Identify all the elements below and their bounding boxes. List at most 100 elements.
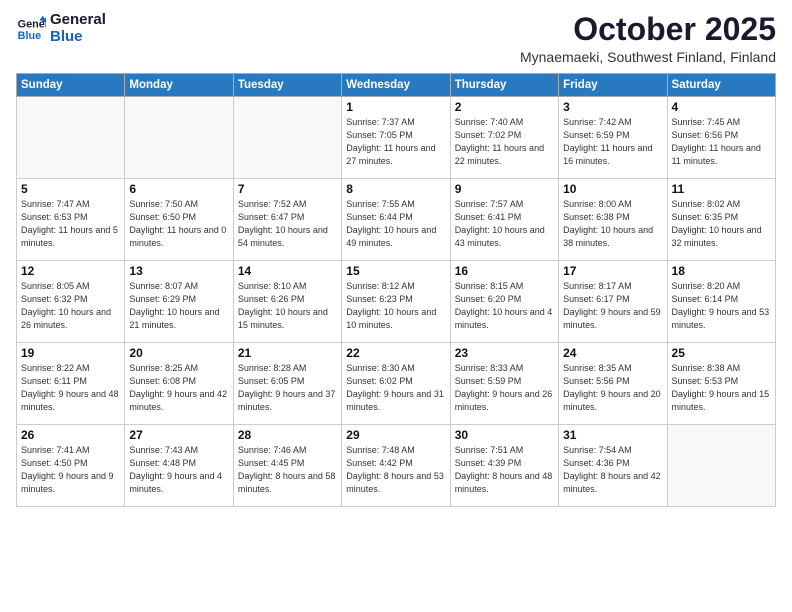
calendar-cell: 1 Sunrise: 7:37 AM Sunset: 7:05 PM Daylig… <box>342 97 450 179</box>
day-number: 31 <box>563 428 662 442</box>
cell-info: Sunrise: 8:05 AM Sunset: 6:32 PM Dayligh… <box>21 280 120 332</box>
cell-info: Sunrise: 8:35 AM Sunset: 5:56 PM Dayligh… <box>563 362 662 414</box>
calendar-cell <box>17 97 125 179</box>
cell-info: Sunrise: 7:42 AM Sunset: 6:59 PM Dayligh… <box>563 116 662 168</box>
cell-info: Sunrise: 7:54 AM Sunset: 4:36 PM Dayligh… <box>563 444 662 496</box>
cell-info: Sunrise: 7:55 AM Sunset: 6:44 PM Dayligh… <box>346 198 445 250</box>
cell-info: Sunrise: 7:46 AM Sunset: 4:45 PM Dayligh… <box>238 444 337 496</box>
cell-info: Sunrise: 7:45 AM Sunset: 6:56 PM Dayligh… <box>672 116 771 168</box>
day-number: 15 <box>346 264 445 278</box>
calendar-cell: 16 Sunrise: 8:15 AM Sunset: 6:20 PM Dayli… <box>450 261 558 343</box>
calendar-cell: 12 Sunrise: 8:05 AM Sunset: 6:32 PM Dayli… <box>17 261 125 343</box>
calendar-cell: 29 Sunrise: 7:48 AM Sunset: 4:42 PM Dayli… <box>342 425 450 507</box>
cell-info: Sunrise: 7:48 AM Sunset: 4:42 PM Dayligh… <box>346 444 445 496</box>
calendar-cell <box>125 97 233 179</box>
month-title: October 2025 <box>520 12 776 47</box>
cell-info: Sunrise: 8:02 AM Sunset: 6:35 PM Dayligh… <box>672 198 771 250</box>
logo-line1: General <box>50 11 106 28</box>
week-row-1: 5 Sunrise: 7:47 AM Sunset: 6:53 PM Daylig… <box>17 179 776 261</box>
day-number: 16 <box>455 264 554 278</box>
calendar-cell: 18 Sunrise: 8:20 AM Sunset: 6:14 PM Dayli… <box>667 261 775 343</box>
cell-info: Sunrise: 7:57 AM Sunset: 6:41 PM Dayligh… <box>455 198 554 250</box>
day-number: 1 <box>346 100 445 114</box>
calendar-cell: 13 Sunrise: 8:07 AM Sunset: 6:29 PM Dayli… <box>125 261 233 343</box>
calendar-cell: 6 Sunrise: 7:50 AM Sunset: 6:50 PM Daylig… <box>125 179 233 261</box>
day-number: 29 <box>346 428 445 442</box>
calendar-cell: 30 Sunrise: 7:51 AM Sunset: 4:39 PM Dayli… <box>450 425 558 507</box>
day-number: 10 <box>563 182 662 196</box>
day-number: 22 <box>346 346 445 360</box>
calendar-cell: 5 Sunrise: 7:47 AM Sunset: 6:53 PM Daylig… <box>17 179 125 261</box>
logo-line2: Blue <box>50 28 83 45</box>
day-header-sunday: Sunday <box>17 74 125 97</box>
day-header-wednesday: Wednesday <box>342 74 450 97</box>
day-number: 8 <box>346 182 445 196</box>
calendar-cell: 8 Sunrise: 7:55 AM Sunset: 6:44 PM Daylig… <box>342 179 450 261</box>
calendar-cell: 3 Sunrise: 7:42 AM Sunset: 6:59 PM Daylig… <box>559 97 667 179</box>
day-number: 11 <box>672 182 771 196</box>
day-number: 9 <box>455 182 554 196</box>
week-row-3: 19 Sunrise: 8:22 AM Sunset: 6:11 PM Dayli… <box>17 343 776 425</box>
cell-info: Sunrise: 7:52 AM Sunset: 6:47 PM Dayligh… <box>238 198 337 250</box>
svg-text:Blue: Blue <box>18 30 41 42</box>
cell-info: Sunrise: 8:17 AM Sunset: 6:17 PM Dayligh… <box>563 280 662 332</box>
day-number: 21 <box>238 346 337 360</box>
cell-info: Sunrise: 8:00 AM Sunset: 6:38 PM Dayligh… <box>563 198 662 250</box>
calendar-cell: 27 Sunrise: 7:43 AM Sunset: 4:48 PM Dayli… <box>125 425 233 507</box>
calendar-cell: 23Sunrise: 8:33 AM Sunset: 5:59 PM Dayli… <box>450 343 558 425</box>
day-number: 3 <box>563 100 662 114</box>
cell-info: Sunrise: 8:33 AM Sunset: 5:59 PM Dayligh… <box>455 362 554 414</box>
day-number: 6 <box>129 182 228 196</box>
day-number: 19 <box>21 346 120 360</box>
cell-info: Sunrise: 7:47 AM Sunset: 6:53 PM Dayligh… <box>21 198 120 250</box>
day-number: 30 <box>455 428 554 442</box>
calendar-cell: 7Sunrise: 7:52 AM Sunset: 6:47 PM Daylig… <box>233 179 341 261</box>
calendar-cell: 24Sunrise: 8:35 AM Sunset: 5:56 PM Dayli… <box>559 343 667 425</box>
day-number: 5 <box>21 182 120 196</box>
day-number: 17 <box>563 264 662 278</box>
calendar-cell: 31 Sunrise: 7:54 AM Sunset: 4:36 PM Dayli… <box>559 425 667 507</box>
cell-info: Sunrise: 8:30 AM Sunset: 6:02 PM Dayligh… <box>346 362 445 414</box>
cell-info: Sunrise: 8:07 AM Sunset: 6:29 PM Dayligh… <box>129 280 228 332</box>
cell-info: Sunrise: 7:43 AM Sunset: 4:48 PM Dayligh… <box>129 444 228 496</box>
week-row-2: 12 Sunrise: 8:05 AM Sunset: 6:32 PM Dayli… <box>17 261 776 343</box>
day-header-friday: Friday <box>559 74 667 97</box>
calendar-cell: 17 Sunrise: 8:17 AM Sunset: 6:17 PM Dayli… <box>559 261 667 343</box>
day-header-thursday: Thursday <box>450 74 558 97</box>
week-row-4: 26 Sunrise: 7:41 AM Sunset: 4:50 PM Dayli… <box>17 425 776 507</box>
cell-info: Sunrise: 8:10 AM Sunset: 6:26 PM Dayligh… <box>238 280 337 332</box>
day-header-saturday: Saturday <box>667 74 775 97</box>
logo: General Blue General Blue <box>16 12 106 45</box>
calendar-cell <box>667 425 775 507</box>
calendar-cell: 21 Sunrise: 8:28 AM Sunset: 6:05 PM Dayli… <box>233 343 341 425</box>
day-number: 14 <box>238 264 337 278</box>
calendar-cell: 9 Sunrise: 7:57 AM Sunset: 6:41 PM Daylig… <box>450 179 558 261</box>
cell-info: Sunrise: 7:51 AM Sunset: 4:39 PM Dayligh… <box>455 444 554 496</box>
cell-info: Sunrise: 7:37 AM Sunset: 7:05 PM Dayligh… <box>346 116 445 168</box>
calendar-cell: 26 Sunrise: 7:41 AM Sunset: 4:50 PM Dayli… <box>17 425 125 507</box>
cell-info: Sunrise: 8:28 AM Sunset: 6:05 PM Dayligh… <box>238 362 337 414</box>
day-number: 18 <box>672 264 771 278</box>
day-number: 12 <box>21 264 120 278</box>
calendar: SundayMondayTuesdayWednesdayThursdayFrid… <box>16 73 776 507</box>
day-number: 27 <box>129 428 228 442</box>
day-number: 25 <box>672 346 771 360</box>
day-number: 28 <box>238 428 337 442</box>
day-header-monday: Monday <box>125 74 233 97</box>
day-number: 13 <box>129 264 228 278</box>
calendar-cell: 25Sunrise: 8:38 AM Sunset: 5:53 PM Dayli… <box>667 343 775 425</box>
logo-icon: General Blue <box>16 14 46 44</box>
logo-text: General Blue <box>50 12 106 45</box>
calendar-cell: 10 Sunrise: 8:00 AM Sunset: 6:38 PM Dayli… <box>559 179 667 261</box>
calendar-cell: 2Sunrise: 7:40 AM Sunset: 7:02 PM Daylig… <box>450 97 558 179</box>
cell-info: Sunrise: 8:15 AM Sunset: 6:20 PM Dayligh… <box>455 280 554 332</box>
day-number: 26 <box>21 428 120 442</box>
cell-info: Sunrise: 7:50 AM Sunset: 6:50 PM Dayligh… <box>129 198 228 250</box>
calendar-cell: 11 Sunrise: 8:02 AM Sunset: 6:35 PM Dayli… <box>667 179 775 261</box>
cell-info: Sunrise: 8:20 AM Sunset: 6:14 PM Dayligh… <box>672 280 771 332</box>
calendar-cell <box>233 97 341 179</box>
cell-info: Sunrise: 8:22 AM Sunset: 6:11 PM Dayligh… <box>21 362 120 414</box>
cell-info: Sunrise: 7:41 AM Sunset: 4:50 PM Dayligh… <box>21 444 120 496</box>
calendar-cell: 22 Sunrise: 8:30 AM Sunset: 6:02 PM Dayli… <box>342 343 450 425</box>
day-header-tuesday: Tuesday <box>233 74 341 97</box>
